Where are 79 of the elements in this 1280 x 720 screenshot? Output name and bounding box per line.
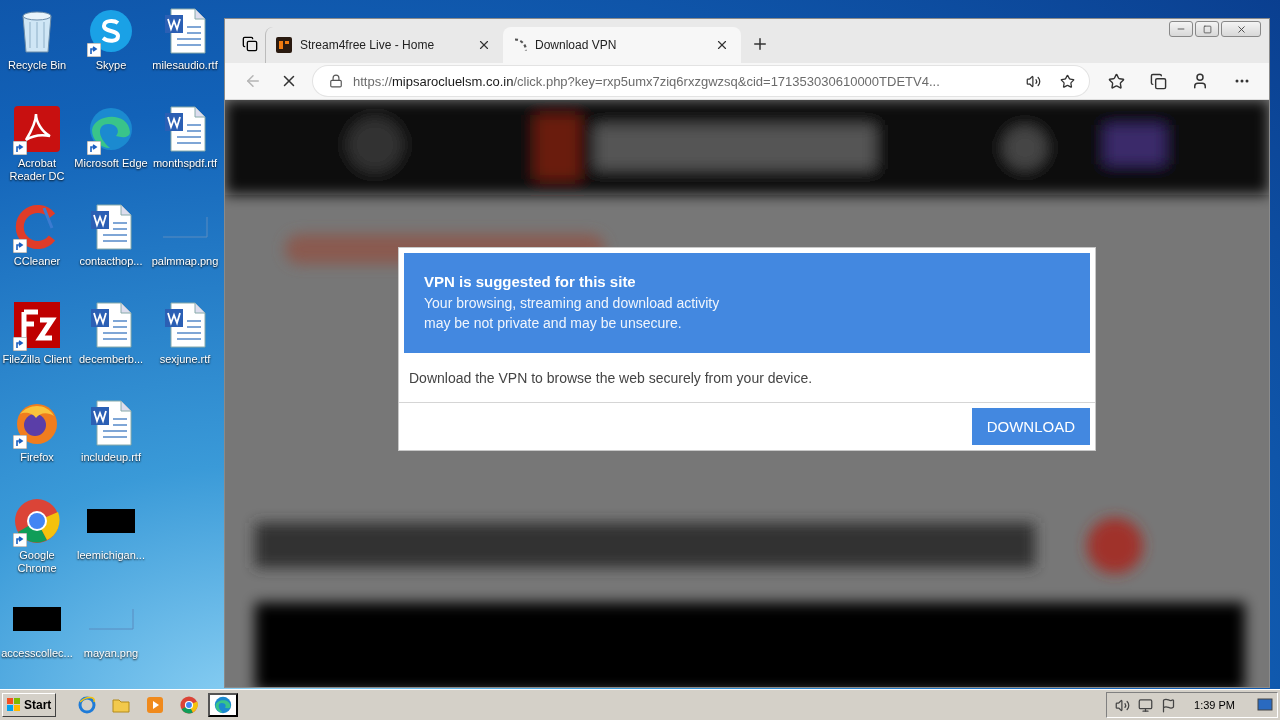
collections-icon [1149,72,1167,90]
dialog-subtitle: Your browsing, streaming and download activity may be not private and may be unsecure. [424,294,721,333]
clock[interactable]: 1:39 PM [1194,699,1235,711]
address-field[interactable]: https://mipsarocluelsm.co.in/click.php?key=rxp5umx7ziq6rxzgwzsq&cid=171353030610000TDETV4... [313,66,1089,96]
restore-icon [1202,24,1212,34]
user-icon [1191,72,1209,90]
word-document-icon [163,105,207,153]
media-player-icon [146,696,165,714]
desktop-icon-label[interactable]: CCleaner [0,255,74,268]
url-text: https://mipsarocluelsm.co.in/click.php?key=rxp5umx7ziq6rxzgwzsq&cid=171353030610000TDETV4... [353,73,941,89]
chrome-icon [180,696,199,714]
dialog-title: VPN is suggested for this site [424,273,637,290]
close-icon [715,38,729,52]
site-favicon-icon [276,37,292,53]
desktop-icon-label[interactable]: Acrobat Reader DC [0,157,74,183]
chrome-icon [14,498,60,544]
shortcut-arrow-icon [87,141,101,155]
folder-icon [112,697,131,713]
desktop-icon-label[interactable]: Microsoft Edge [74,157,148,170]
desktop-icon-label[interactable]: includeup.rtf [74,451,148,464]
shortcut-arrow-icon [13,435,27,449]
desktop-icon-label[interactable]: Recycle Bin [0,59,74,72]
windows-logo-icon [7,698,21,712]
image-thumbnail-icon [87,509,135,533]
word-document-icon [89,301,133,349]
edge-icon [214,696,233,714]
filezilla-icon [14,302,60,348]
word-document-icon [89,399,133,447]
download-button[interactable]: DOWNLOAD [971,408,1090,445]
word-document-icon [89,203,133,251]
taskbar-app-button[interactable] [208,693,239,717]
desktop-icon-label[interactable]: decemberb... [74,353,148,366]
desktop-icon-label[interactable]: Google Chrome [0,549,74,575]
image-thumbnail-icon [13,607,61,631]
shortcut-arrow-icon [13,337,27,351]
desktop-icon-label[interactable]: FileZilla Client [0,353,74,366]
restore-button[interactable] [1195,21,1219,37]
word-document-icon [163,7,207,55]
image-thumbnail-icon [87,607,135,631]
word-document-icon [163,301,207,349]
close-icon [1235,23,1247,35]
network-icon[interactable] [1138,697,1154,713]
browser-tab[interactable]: Download VPN [503,27,741,63]
tabs-icon [242,36,258,52]
tab-title: Download VPN [535,38,618,52]
dialog-message: Download the VPN to browse the web securely from your device. [399,353,1095,403]
desktop-icon-label[interactable]: accesscollec... [0,647,74,660]
desktop-icon-label[interactable]: contacthop... [74,255,148,268]
desktop-icon-label[interactable]: monthspdf.rtf [148,157,222,170]
desktop-icon-label[interactable]: sexjune.rtf [148,353,222,366]
start-button[interactable]: Start [2,693,57,717]
read-aloud-icon [1025,73,1041,89]
close-icon [477,38,491,52]
shortcut-arrow-icon [13,141,27,155]
desktop-icon-label[interactable]: Skype [74,59,148,72]
internet-explorer-icon [78,696,97,714]
flag-icon[interactable] [1161,697,1177,713]
lock-icon [329,74,343,88]
loading-spinner-icon [513,38,527,52]
minimize-button[interactable] [1169,21,1193,37]
image-thumbnail-icon [161,215,209,239]
star-icon [1107,72,1125,90]
shortcut-arrow-icon [87,43,101,57]
desktop-icon-label[interactable]: leemichigan... [74,549,148,562]
shortcut-arrow-icon [13,239,27,253]
show-desktop-icon[interactable] [1257,698,1273,712]
desktop-icon-label[interactable]: palmmap.png [148,255,222,268]
shortcut-arrow-icon [13,533,27,547]
pdf-reader-icon [14,106,60,152]
desktop-icon-label[interactable]: milesaudio.rtf [148,59,222,72]
edge-icon [88,106,134,152]
desktop-icon-label[interactable]: Firefox [0,451,74,464]
tab-title: Stream4free Live - Home [300,38,436,52]
close-button[interactable] [1221,21,1261,37]
plus-icon [751,35,769,53]
more-icon [1235,79,1249,83]
skype-icon [88,8,134,54]
volume-icon[interactable] [1115,697,1131,713]
star-icon [1059,73,1075,89]
